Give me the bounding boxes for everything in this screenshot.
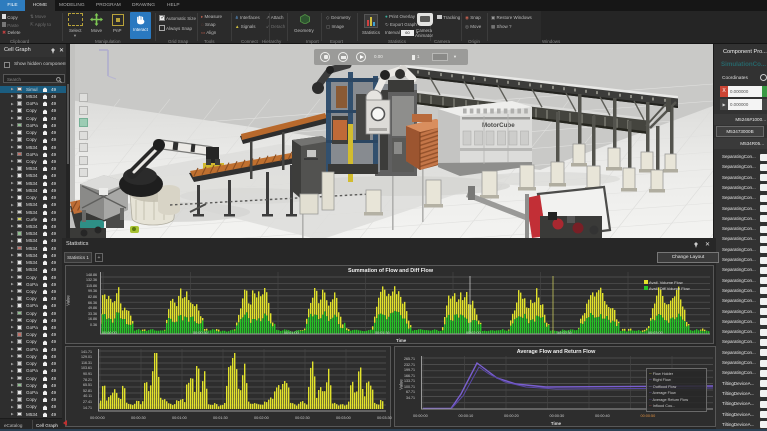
svg-text:MotorCube: MotorCube bbox=[482, 122, 515, 129]
